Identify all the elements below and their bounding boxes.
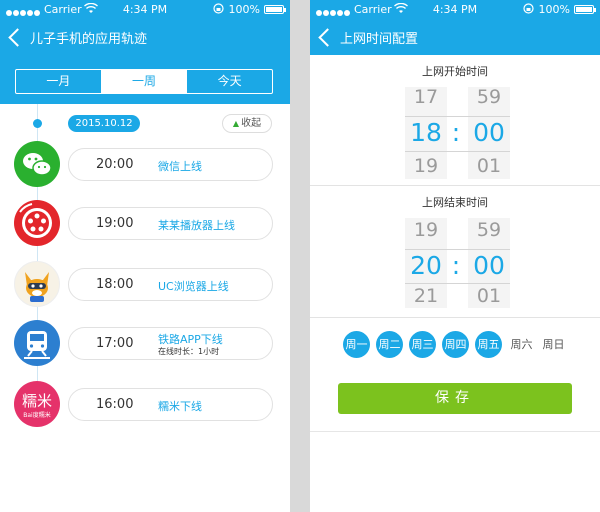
start-minute-value: 00 bbox=[473, 118, 505, 147]
picker-divider bbox=[405, 283, 510, 284]
entry-card: 20:00 微信上线 bbox=[68, 148, 273, 181]
header-bar: Carrier 4:34 PM 100% 上网时间配置 bbox=[310, 0, 600, 55]
entry-label: 某某播放器上线 bbox=[158, 219, 235, 232]
wechat-icon bbox=[14, 141, 60, 187]
time-colon: : bbox=[451, 118, 461, 147]
page-title: 上网时间配置 bbox=[340, 32, 419, 47]
collapse-label: 收起 bbox=[241, 118, 262, 129]
timeline-entry[interactable]: 糯米 Bai度糯米 16:00 糯米下线 bbox=[0, 381, 290, 431]
timeline-entry[interactable]: 20:00 微信上线 bbox=[0, 141, 290, 191]
header-bar: Carrier 4:34 PM 100% 儿子手机的应用轨迹 一月 一周 今天 bbox=[0, 0, 290, 104]
timeline-entry[interactable]: 18:00 UC浏览器上线 bbox=[0, 261, 290, 311]
start-hour-prev: 17 bbox=[413, 86, 439, 108]
entry-time: 17:00 bbox=[96, 336, 134, 351]
end-minute-next: 01 bbox=[476, 285, 502, 307]
day-toggle-wed[interactable]: 周三 bbox=[409, 331, 436, 358]
battery-icon bbox=[574, 5, 596, 14]
entry-time: 19:00 bbox=[96, 216, 134, 231]
triangle-up-icon: ▲ bbox=[232, 119, 240, 128]
app-track-screen: Carrier 4:34 PM 100% 儿子手机的应用轨迹 一月 一周 今天 … bbox=[0, 0, 290, 512]
back-button[interactable] bbox=[6, 26, 22, 48]
status-bar: Carrier 4:34 PM 100% bbox=[310, 0, 600, 20]
timeline-entry[interactable]: 17:00 铁路APP下线 在线时长：1小时 bbox=[0, 320, 290, 370]
battery-percent: 100% bbox=[538, 3, 570, 16]
picker-divider bbox=[405, 249, 510, 250]
rotation-lock-icon bbox=[523, 3, 534, 17]
nuomi-brand-text: Bai度糯米 bbox=[23, 411, 50, 419]
picker-divider bbox=[405, 116, 510, 117]
weekday-selector: 周一 周二 周三 周四 周五 周六 周日 bbox=[343, 331, 583, 359]
entry-label: 微信上线 bbox=[158, 160, 202, 173]
page-title: 儿子手机的应用轨迹 bbox=[30, 32, 148, 47]
start-minute-prev: 59 bbox=[476, 86, 502, 108]
timeline-dot bbox=[33, 119, 42, 128]
day-toggle-mon[interactable]: 周一 bbox=[343, 331, 370, 358]
collapse-button[interactable]: ▲ 收起 bbox=[222, 114, 272, 133]
timeline-entry[interactable]: 19:00 某某播放器上线 bbox=[0, 200, 290, 250]
entry-label: UC浏览器上线 bbox=[158, 280, 229, 293]
day-toggle-sun[interactable]: 周日 bbox=[540, 331, 567, 358]
battery-icon bbox=[264, 5, 286, 14]
date-badge: 2015.10.12 bbox=[68, 115, 140, 132]
uc-browser-icon bbox=[14, 261, 60, 307]
railway-app-icon bbox=[14, 320, 60, 366]
picker-divider bbox=[405, 151, 510, 152]
entry-card: 19:00 某某播放器上线 bbox=[68, 207, 273, 240]
end-time-section: 上网结束时间 19 59 20 : 00 21 01 bbox=[310, 186, 600, 316]
end-minute-value: 00 bbox=[473, 251, 505, 280]
status-bar: Carrier 4:34 PM 100% bbox=[0, 0, 290, 20]
tab-today[interactable]: 今天 bbox=[187, 70, 272, 93]
nav-bar: 上网时间配置 bbox=[310, 20, 600, 54]
end-minute-prev: 59 bbox=[476, 219, 502, 241]
day-toggle-tue[interactable]: 周二 bbox=[376, 331, 403, 358]
start-minute-next: 01 bbox=[476, 155, 502, 177]
end-hour-value: 20 bbox=[410, 251, 442, 280]
start-hour-next: 19 bbox=[413, 155, 439, 177]
divider bbox=[310, 431, 600, 432]
entry-card: 17:00 铁路APP下线 在线时长：1小时 bbox=[68, 327, 273, 360]
nuomi-logo-text: 糯米 bbox=[22, 392, 52, 410]
save-button[interactable]: 保存 bbox=[338, 383, 572, 414]
entry-duration: 在线时长：1小时 bbox=[158, 347, 220, 356]
day-toggle-sat[interactable]: 周六 bbox=[508, 331, 535, 358]
battery-percent: 100% bbox=[228, 3, 260, 16]
rotation-lock-icon bbox=[213, 3, 224, 17]
period-tabs: 一月 一周 今天 bbox=[15, 69, 273, 94]
entry-label: 铁路APP下线 bbox=[158, 333, 223, 346]
tab-week[interactable]: 一周 bbox=[101, 70, 188, 93]
start-time-label: 上网开始时间 bbox=[422, 65, 488, 78]
nuomi-icon: 糯米 Bai度糯米 bbox=[14, 381, 60, 427]
entry-time: 20:00 bbox=[96, 157, 134, 172]
online-time-config-screen: Carrier 4:34 PM 100% 上网时间配置 上网开始时间 17 59… bbox=[310, 0, 600, 512]
end-hour-next: 21 bbox=[413, 285, 439, 307]
start-time-section: 上网开始时间 17 59 18 : 00 19 01 bbox=[310, 55, 600, 185]
entry-card: 16:00 糯米下线 bbox=[68, 388, 273, 421]
time-colon: : bbox=[451, 251, 461, 280]
nav-bar: 儿子手机的应用轨迹 bbox=[0, 20, 290, 54]
entry-time: 16:00 bbox=[96, 397, 134, 412]
day-toggle-thu[interactable]: 周四 bbox=[442, 331, 469, 358]
back-button[interactable] bbox=[316, 26, 332, 48]
start-hour-value: 18 bbox=[410, 118, 442, 147]
entry-card: 18:00 UC浏览器上线 bbox=[68, 268, 273, 301]
section-divider bbox=[310, 317, 600, 318]
end-time-label: 上网结束时间 bbox=[422, 196, 488, 209]
video-player-icon bbox=[14, 200, 60, 246]
end-hour-prev: 19 bbox=[413, 219, 439, 241]
entry-time: 18:00 bbox=[96, 277, 134, 292]
tab-month[interactable]: 一月 bbox=[16, 70, 102, 93]
entry-label: 糯米下线 bbox=[158, 400, 202, 413]
day-toggle-fri[interactable]: 周五 bbox=[475, 331, 502, 358]
